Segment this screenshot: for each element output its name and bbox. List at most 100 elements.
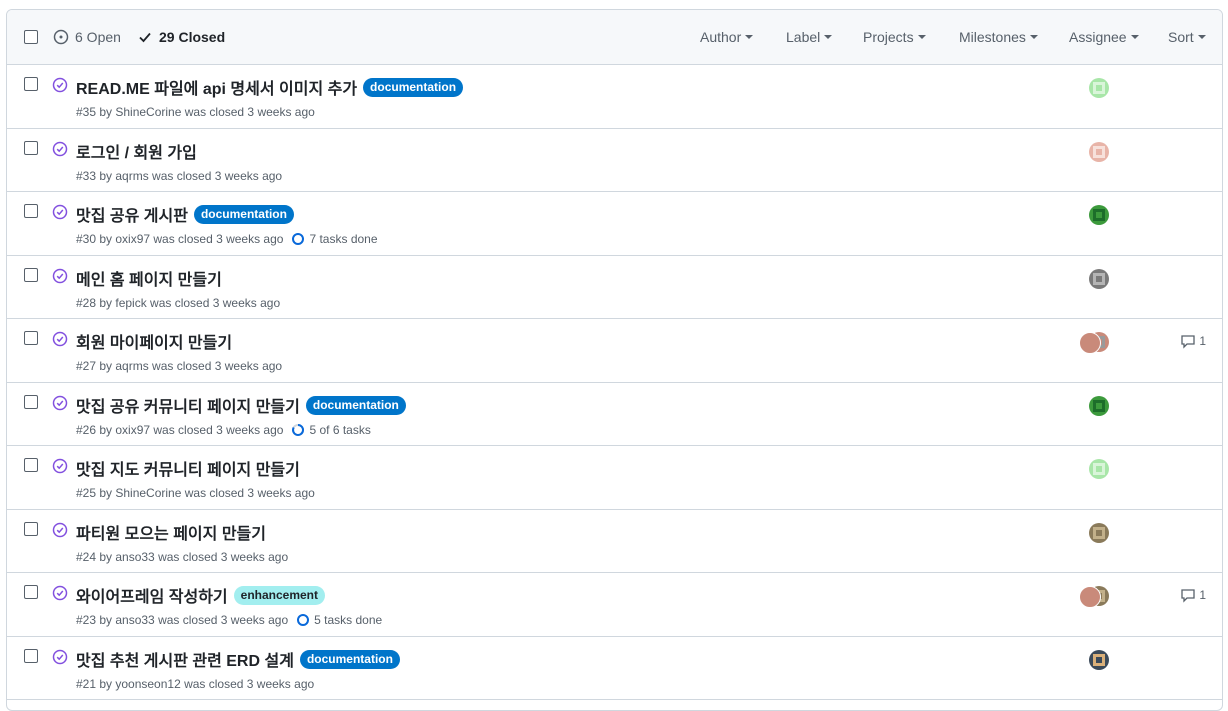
open-count-label: 6 Open <box>75 29 121 45</box>
milestones-filter-label: Milestones <box>959 29 1026 45</box>
issue-closed-icon <box>52 204 68 220</box>
issue-meta-text: #33 by aqrms was closed 3 weeks ago <box>76 169 283 183</box>
assignee-avatar[interactable] <box>1089 396 1109 416</box>
projects-filter[interactable]: Projects <box>863 29 926 45</box>
label-filter[interactable]: Label <box>786 29 833 45</box>
issue-row[interactable]: 맛집 공유 커뮤니티 페이지 만들기 documentation #26 by … <box>7 383 1222 446</box>
issue-checkbox[interactable] <box>24 268 38 282</box>
issue-closed-icon <box>52 585 68 601</box>
sort-filter[interactable]: Sort <box>1168 29 1206 45</box>
milestones-filter[interactable]: Milestones <box>959 29 1038 45</box>
issue-title-line: 파티원 모으는 페이지 만들기 <box>76 520 266 544</box>
issue-label[interactable]: documentation <box>305 395 406 415</box>
issue-checkbox[interactable] <box>24 649 38 663</box>
assignee-avatar[interactable] <box>1079 586 1101 608</box>
issue-meta: #23 by anso33 was closed 3 weeks ago 5 t… <box>76 613 382 627</box>
issue-row[interactable]: 맛집 추천 게시판 관련 ERD 설계 documentation #21 by… <box>7 637 1222 700</box>
assignee-avatar[interactable] <box>1089 205 1109 225</box>
comment-count[interactable]: 1 <box>1180 333 1206 349</box>
open-issues-tab[interactable]: 6 Open <box>53 29 121 45</box>
issue-checkbox[interactable] <box>24 204 38 218</box>
issue-meta: #33 by aqrms was closed 3 weeks ago <box>76 169 282 183</box>
issue-title-line: 로그인 / 회원 가입 <box>76 139 197 163</box>
issue-title-link[interactable]: 회원 마이페이지 만들기 <box>76 329 232 353</box>
issue-meta-text: #24 by anso33 was closed 3 weeks ago <box>76 550 289 564</box>
issue-title-link[interactable]: 맛집 공유 게시판 <box>76 202 188 226</box>
comment-count[interactable]: 1 <box>1180 587 1206 603</box>
task-progress: 5 of 6 tasks <box>291 423 371 437</box>
issue-row[interactable]: 로그인 / 회원 가입 #33 by aqrms was closed 3 we… <box>7 129 1222 192</box>
issue-checkbox[interactable] <box>24 77 38 91</box>
issue-row[interactable]: 메인 홈 페이지 만들기 #28 by fepick was closed 3 … <box>7 256 1222 319</box>
issue-closed-icon <box>52 458 68 474</box>
issue-row[interactable]: 맛집 공유 게시판 documentation #30 by oxix97 wa… <box>7 192 1222 256</box>
assignee-avatar[interactable] <box>1089 459 1109 479</box>
assignee-filter-label: Assignee <box>1069 29 1127 45</box>
issue-row[interactable]: 파티원 모으는 페이지 만들기 #24 by anso33 was closed… <box>7 510 1222 573</box>
task-progress-icon <box>292 233 305 245</box>
issue-meta: #25 by ShineCorine was closed 3 weeks ag… <box>76 486 315 500</box>
caret-down-icon <box>745 35 754 40</box>
issue-title-link[interactable]: 와이어프레임 작성하기 <box>76 583 228 607</box>
issue-label[interactable]: documentation <box>363 77 464 97</box>
issue-row[interactable]: READ.ME 파일에 api 명세서 이미지 추가 documentation… <box>7 65 1222 129</box>
issue-meta: #26 by oxix97 was closed 3 weeks ago 5 o… <box>76 423 371 437</box>
author-filter-label: Author <box>700 29 742 45</box>
task-progress-text: 5 of 6 tasks <box>309 423 371 437</box>
issue-title-line: 와이어프레임 작성하기 enhancement <box>76 583 326 607</box>
issue-title-link[interactable]: 맛집 추천 게시판 관련 ERD 설계 <box>76 647 294 671</box>
caret-down-icon <box>824 35 833 40</box>
select-all-checkbox[interactable] <box>24 30 38 44</box>
issue-label[interactable]: documentation <box>193 204 294 224</box>
avatar-image <box>1093 463 1105 475</box>
assignee-avatar[interactable] <box>1079 332 1101 354</box>
issue-title-link[interactable]: 메인 홈 페이지 만들기 <box>76 266 222 290</box>
issue-checkbox[interactable] <box>24 141 38 155</box>
task-progress: 7 tasks done <box>291 232 378 246</box>
issue-title-link[interactable]: 파티원 모으는 페이지 만들기 <box>76 520 266 544</box>
issue-title-line: 맛집 공유 게시판 documentation <box>76 202 294 226</box>
closed-issues-tab[interactable]: 29 Closed <box>137 29 225 45</box>
issue-meta-text: #21 by yoonseon12 was closed 3 weeks ago <box>76 677 315 691</box>
assignee-avatar[interactable] <box>1089 78 1109 98</box>
assignee-avatar[interactable] <box>1089 650 1109 670</box>
task-progress-icon <box>292 423 305 436</box>
comment-count-text: 1 <box>1199 334 1206 348</box>
issue-title-link[interactable]: 로그인 / 회원 가입 <box>76 139 197 163</box>
issue-title-link[interactable]: 맛집 지도 커뮤니티 페이지 만들기 <box>76 456 300 480</box>
issue-title-link[interactable]: 맛집 공유 커뮤니티 페이지 만들기 <box>76 393 300 417</box>
issue-row[interactable]: 회원 마이페이지 만들기 #27 by aqrms was closed 3 w… <box>7 319 1222 383</box>
issue-title-line: 메인 홈 페이지 만들기 <box>76 266 222 290</box>
issue-title-line: 맛집 지도 커뮤니티 페이지 만들기 <box>76 456 300 480</box>
issue-title-link[interactable]: READ.ME 파일에 api 명세서 이미지 추가 <box>76 75 357 99</box>
assignee-filter[interactable]: Assignee <box>1069 29 1139 45</box>
issue-title-line: READ.ME 파일에 api 명세서 이미지 추가 documentation <box>76 75 464 99</box>
assignee-avatar[interactable] <box>1089 269 1109 289</box>
issues-header: 6 Open 29 Closed Author Label Projects M… <box>7 10 1222 65</box>
issue-title-line: 맛집 공유 커뮤니티 페이지 만들기 documentation <box>76 393 406 417</box>
avatar-image <box>1093 400 1105 412</box>
issue-row[interactable]: 와이어프레임 작성하기 enhancement #23 by anso33 wa… <box>7 573 1222 637</box>
issue-row[interactable]: 맛집 지도 커뮤니티 페이지 만들기 #25 by ShineCorine wa… <box>7 446 1222 510</box>
issue-closed-icon <box>52 395 68 411</box>
label-filter-label: Label <box>786 29 821 45</box>
issue-meta-text: #35 by ShineCorine was closed 3 weeks ag… <box>76 105 315 119</box>
issues-list: 6 Open 29 Closed Author Label Projects M… <box>6 9 1223 711</box>
issue-meta: #28 by fepick was closed 3 weeks ago <box>76 296 280 310</box>
issue-meta: #21 by yoonseon12 was closed 3 weeks ago <box>76 677 314 691</box>
issue-checkbox[interactable] <box>24 585 38 599</box>
issue-closed-icon <box>52 522 68 538</box>
comment-count-text: 1 <box>1199 588 1206 602</box>
assignee-avatar[interactable] <box>1089 523 1109 543</box>
issue-label[interactable]: documentation <box>299 649 400 669</box>
author-filter[interactable]: Author <box>700 29 754 45</box>
issue-checkbox[interactable] <box>24 522 38 536</box>
issue-meta-text: #30 by oxix97 was closed 3 weeks ago <box>76 232 284 246</box>
issue-closed-icon <box>52 141 68 157</box>
assignee-avatar[interactable] <box>1089 142 1109 162</box>
issue-checkbox[interactable] <box>24 395 38 409</box>
issue-checkbox[interactable] <box>24 331 38 345</box>
avatar-image <box>1093 273 1105 285</box>
issue-label[interactable]: enhancement <box>233 585 326 605</box>
issue-checkbox[interactable] <box>24 458 38 472</box>
